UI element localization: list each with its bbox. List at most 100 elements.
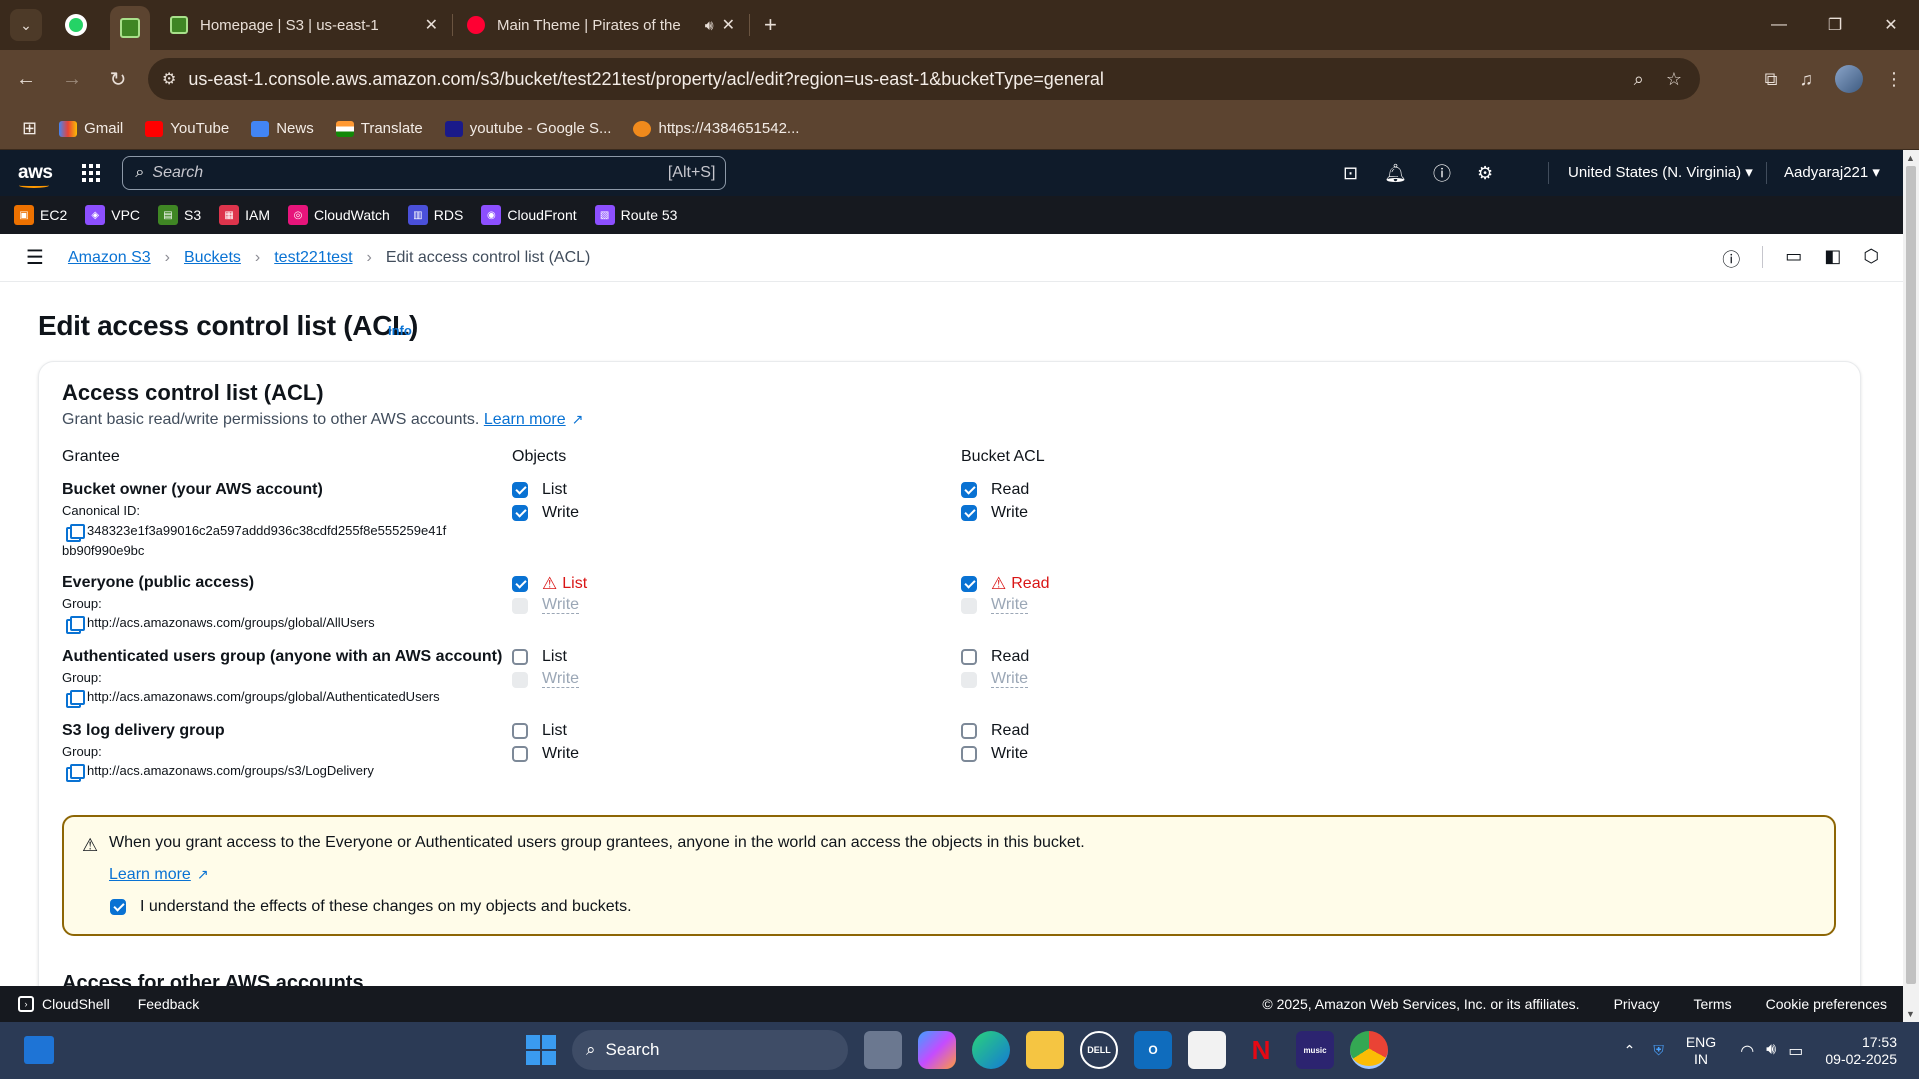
site-info-icon[interactable]: ⚙ bbox=[162, 69, 176, 89]
bookmark-url[interactable]: https://4384651542... bbox=[633, 120, 799, 137]
info-circle-icon[interactable]: ⓘ bbox=[1722, 246, 1740, 272]
bookmark-youtube-google[interactable]: youtube - Google S... bbox=[444, 120, 611, 137]
copy-icon[interactable] bbox=[66, 764, 85, 782]
close-window-icon[interactable]: ✕ bbox=[1863, 0, 1919, 50]
cookie-preferences-link[interactable]: Cookie preferences bbox=[1766, 996, 1887, 1012]
security-shield-icon[interactable]: ⛨ bbox=[1653, 1042, 1664, 1059]
new-tab-plus-icon[interactable]: + bbox=[764, 12, 777, 38]
checkbox[interactable] bbox=[961, 576, 977, 592]
task-view-icon[interactable] bbox=[864, 1031, 902, 1069]
feedback-button[interactable]: Feedback bbox=[138, 996, 199, 1012]
bookmark-news[interactable]: News bbox=[251, 120, 314, 137]
breadcrumb-bucket[interactable]: test221test bbox=[274, 249, 352, 267]
owner-acl-read-checkbox[interactable]: Read bbox=[961, 481, 1029, 499]
owner-objects-list-checkbox[interactable]: List bbox=[512, 481, 567, 499]
edge-icon[interactable] bbox=[972, 1031, 1010, 1069]
service-s3[interactable]: ▤ S3 bbox=[158, 205, 201, 225]
copilot-icon[interactable] bbox=[918, 1031, 956, 1069]
close-icon[interactable]: ✕ bbox=[722, 15, 735, 35]
checkbox[interactable] bbox=[961, 746, 977, 762]
scrollbar-thumb[interactable] bbox=[1906, 166, 1916, 984]
acknowledge-checkbox[interactable]: I understand the effects of these change… bbox=[110, 898, 632, 916]
checkbox[interactable] bbox=[512, 505, 528, 521]
chevron-up-icon[interactable]: ⌃ bbox=[1624, 1042, 1636, 1059]
widgets-icon[interactable] bbox=[24, 1036, 54, 1064]
file-explorer-icon[interactable] bbox=[1026, 1031, 1064, 1069]
apps-grid-icon[interactable]: ⊞ bbox=[22, 118, 37, 139]
cloudshell-icon[interactable]: ⊡ bbox=[1343, 163, 1358, 184]
checkbox[interactable] bbox=[512, 746, 528, 762]
scroll-up-icon[interactable]: ▲ bbox=[1906, 153, 1915, 163]
bell-icon[interactable]: 🔔︎ bbox=[1384, 163, 1407, 184]
service-route53[interactable]: ▧ Route 53 bbox=[594, 205, 677, 225]
speaker-icon[interactable]: 🔊︎ bbox=[705, 17, 714, 34]
dell-icon[interactable]: DELL bbox=[1080, 1031, 1118, 1069]
pinned-tab-s3[interactable] bbox=[110, 6, 150, 50]
service-vpc[interactable]: ◈ VPC bbox=[85, 205, 140, 225]
service-iam[interactable]: ▦ IAM bbox=[219, 205, 270, 225]
profile-avatar[interactable] bbox=[1835, 65, 1863, 93]
amazon-music-icon[interactable]: music bbox=[1296, 1031, 1334, 1069]
tab-main-theme[interactable]: Main Theme | Pirates of the 🔊︎ ✕ bbox=[453, 5, 749, 45]
checkbox[interactable] bbox=[961, 649, 977, 665]
checkbox[interactable] bbox=[961, 723, 977, 739]
close-icon[interactable]: ✕ bbox=[425, 15, 438, 35]
log-objects-write-checkbox[interactable]: Write bbox=[512, 745, 579, 763]
services-grid-icon[interactable] bbox=[82, 164, 101, 182]
everyone-acl-read-checkbox[interactable]: ⚠ Read bbox=[961, 574, 1050, 594]
service-rds[interactable]: ▥ RDS bbox=[407, 205, 463, 225]
monitor-icon[interactable]: ▭ bbox=[1785, 246, 1802, 272]
service-cloudfront[interactable]: ◉ CloudFront bbox=[481, 205, 577, 225]
breadcrumb-buckets[interactable]: Buckets bbox=[184, 249, 241, 267]
log-objects-list-checkbox[interactable]: List bbox=[512, 722, 567, 740]
zoom-icon[interactable]: ⌕ bbox=[1634, 69, 1644, 90]
bookmark-youtube[interactable]: YouTube bbox=[145, 120, 229, 137]
bookmark-translate[interactable]: Translate bbox=[335, 120, 423, 137]
gear-icon[interactable]: ⚙ bbox=[1477, 163, 1493, 184]
bookmark-star-icon[interactable]: ☆ bbox=[1666, 69, 1682, 90]
hamburger-menu-icon[interactable]: ☰ bbox=[26, 245, 44, 270]
service-cloudwatch[interactable]: ◎ CloudWatch bbox=[288, 205, 390, 225]
cloudshell-button[interactable]: › CloudShell bbox=[18, 996, 110, 1012]
copy-icon[interactable] bbox=[66, 616, 85, 634]
service-ec2[interactable]: ▣ EC2 bbox=[14, 205, 67, 225]
breadcrumb-amazon-s3[interactable]: Amazon S3 bbox=[68, 249, 151, 267]
taskbar-search[interactable]: ⌕ Search bbox=[572, 1030, 848, 1070]
terms-link[interactable]: Terms bbox=[1693, 996, 1731, 1012]
outlook-icon[interactable]: O bbox=[1134, 1031, 1172, 1069]
tab-homepage-s3[interactable]: Homepage | S3 | us-east-1 ✕ bbox=[156, 5, 452, 45]
minimize-icon[interactable]: — bbox=[1751, 0, 1807, 50]
checkbox[interactable] bbox=[512, 482, 528, 498]
help-icon[interactable]: ⓘ bbox=[1433, 160, 1451, 186]
copy-icon[interactable] bbox=[66, 524, 85, 542]
hexagon-settings-icon[interactable]: ⬡ bbox=[1863, 246, 1879, 272]
restore-icon[interactable]: ❐ bbox=[1807, 0, 1863, 50]
aws-logo[interactable]: aws bbox=[18, 162, 53, 188]
language-indicator[interactable]: ENG IN bbox=[1686, 1034, 1716, 1068]
store-icon[interactable] bbox=[1188, 1031, 1226, 1069]
checkbox[interactable] bbox=[512, 723, 528, 739]
menu-kebab-icon[interactable]: ⋮ bbox=[1885, 69, 1903, 90]
tab-search-chevron-icon[interactable]: ⌄ bbox=[10, 9, 42, 41]
clock[interactable]: 17:53 09-02-2025 bbox=[1825, 1034, 1897, 1068]
info-link[interactable]: Info bbox=[388, 323, 412, 338]
start-windows-icon[interactable] bbox=[526, 1035, 556, 1065]
netflix-icon[interactable]: N bbox=[1242, 1031, 1280, 1069]
checkbox[interactable] bbox=[512, 649, 528, 665]
account-menu[interactable]: Aadyaraj221 ▾ bbox=[1784, 163, 1880, 181]
checkbox[interactable] bbox=[961, 505, 977, 521]
page-scrollbar[interactable]: ▲ ▼ bbox=[1903, 150, 1919, 1022]
tray-icons[interactable]: ◠ 🔊︎ ▭ bbox=[1740, 1041, 1803, 1061]
bookmark-gmail[interactable]: Gmail bbox=[59, 120, 123, 137]
panel-icon[interactable]: ◧ bbox=[1824, 246, 1841, 272]
auth-acl-read-checkbox[interactable]: Read bbox=[961, 648, 1029, 666]
auth-objects-list-checkbox[interactable]: List bbox=[512, 648, 567, 666]
checkbox[interactable] bbox=[512, 576, 528, 592]
everyone-objects-list-checkbox[interactable]: ⚠ List bbox=[512, 574, 587, 594]
aws-search-input[interactable]: ⌕ Search [Alt+S] bbox=[122, 156, 727, 190]
privacy-link[interactable]: Privacy bbox=[1614, 996, 1660, 1012]
region-selector[interactable]: United States (N. Virginia) ▾ bbox=[1568, 163, 1753, 181]
learn-more-link[interactable]: Learn more bbox=[484, 411, 566, 428]
back-arrow-icon[interactable]: ← bbox=[6, 59, 46, 99]
owner-objects-write-checkbox[interactable]: Write bbox=[512, 504, 579, 522]
